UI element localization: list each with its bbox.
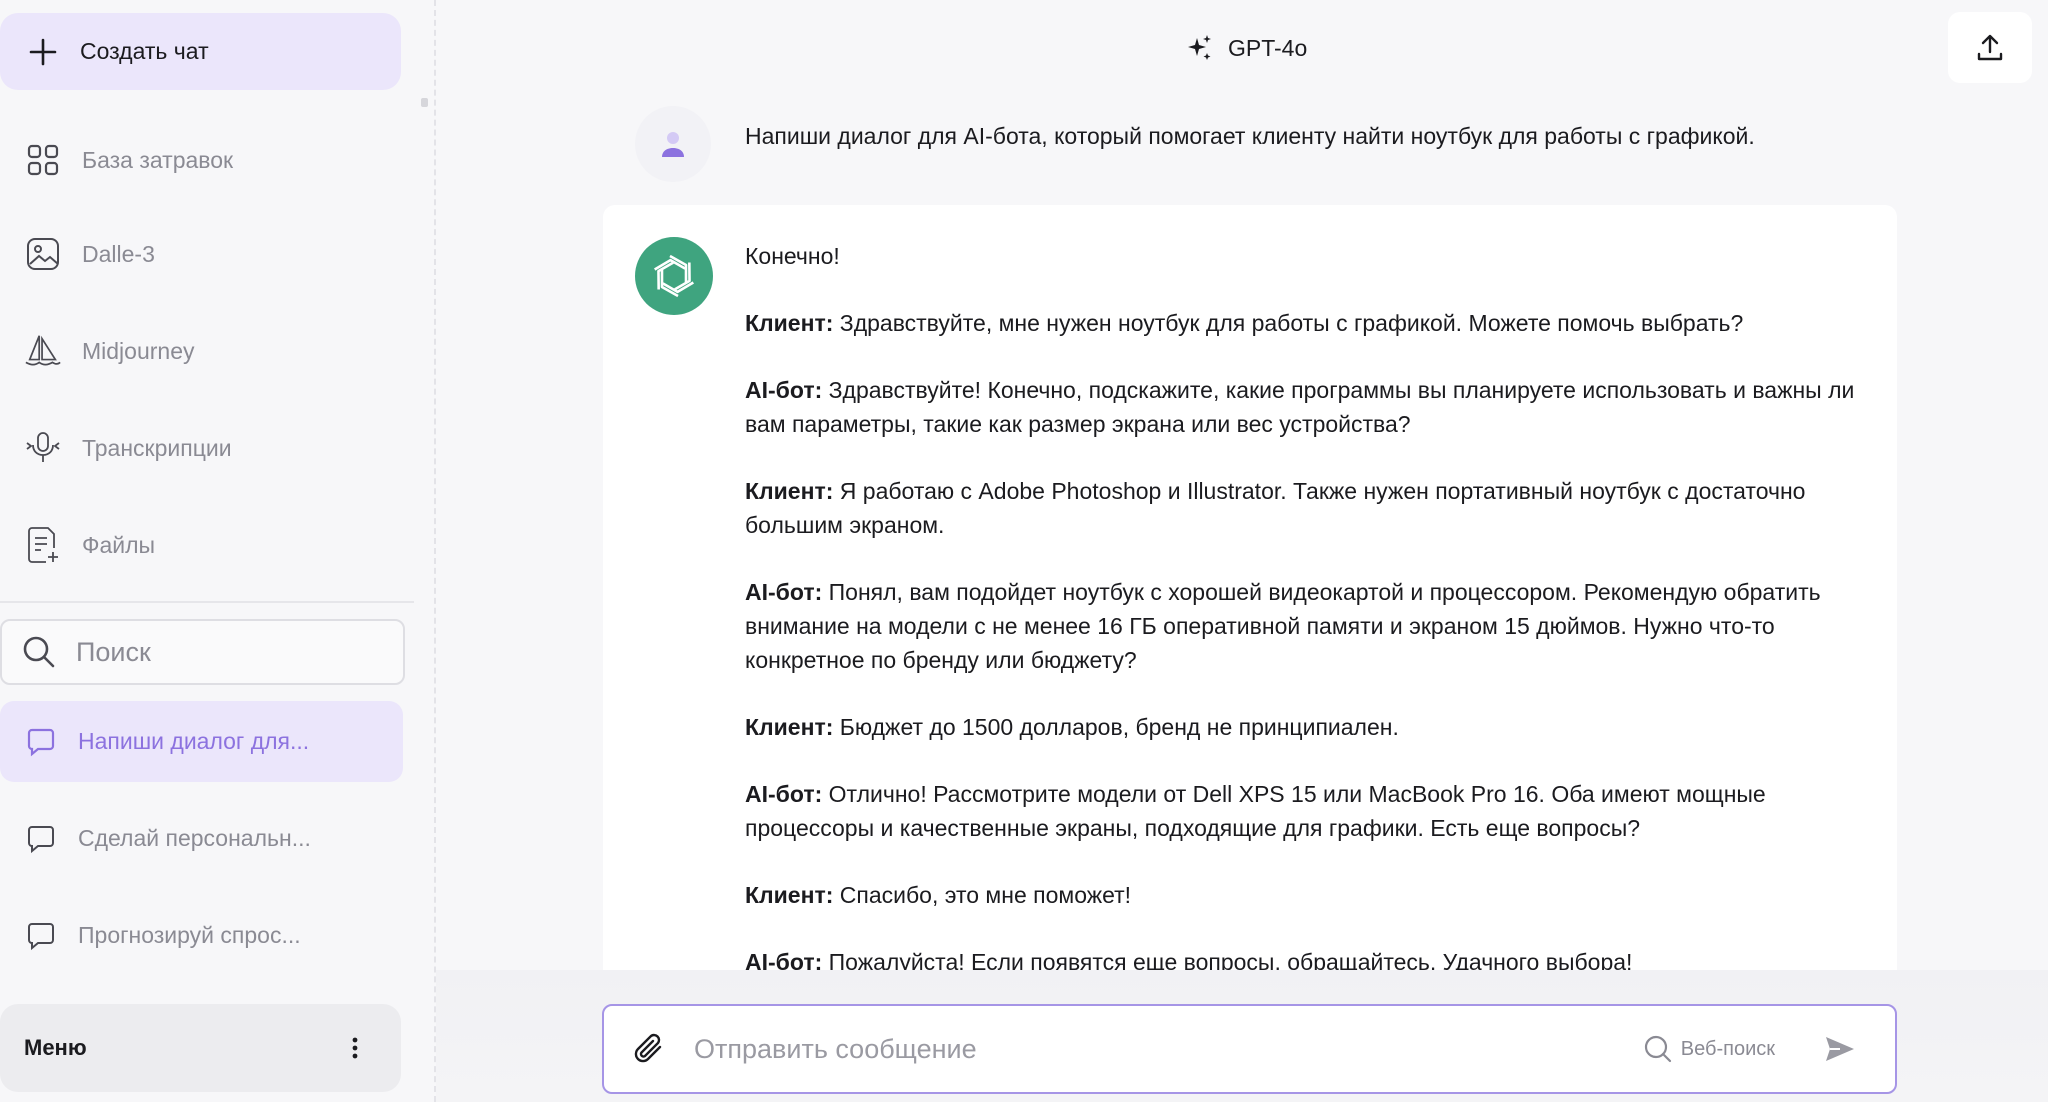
plus-icon <box>28 37 58 67</box>
sidebar-item-label: База затравок <box>82 146 234 173</box>
assistant-message-text: Конечно! Клиент: Здравствуйте, мне нужен… <box>745 239 1865 970</box>
sailboat-icon <box>24 332 62 370</box>
chat-history-label: Напиши диалог для... <box>78 728 310 754</box>
user-message: Напиши диалог для AI-бота, который помог… <box>745 123 1755 149</box>
speaker-label: Клиент: <box>745 478 834 504</box>
sidebar-item-midjourney[interactable]: Midjourney <box>0 319 410 383</box>
line-text: Отлично! Рассмотрите модели от Dell XPS … <box>745 781 1766 841</box>
send-icon[interactable] <box>1825 1036 1855 1062</box>
dialog-line: Клиент: Бюджет до 1500 долларов, бренд н… <box>745 710 1865 744</box>
chat-bubble-icon <box>26 921 56 951</box>
sidebar-item-dalle[interactable]: Dalle-3 <box>0 222 410 286</box>
upload-icon <box>1977 34 2003 62</box>
line-text: Бюджет до 1500 долларов, бренд не принци… <box>833 714 1399 740</box>
share-button[interactable] <box>1948 12 2032 83</box>
web-search-label: Веб-поиск <box>1680 1037 1775 1060</box>
line-text: Спасибо, это мне поможет! <box>833 882 1132 908</box>
speaker-label: AI-бот: <box>745 377 823 403</box>
chat-bubble-icon <box>26 824 56 854</box>
dialog-line: AI-бот: Отлично! Рассмотрите модели от D… <box>745 777 1865 845</box>
dialog-line: AI-бот: Понял, вам подойдет ноутбук с хо… <box>745 575 1865 677</box>
model-selector[interactable]: GPT-4o <box>1186 30 1307 66</box>
sidebar-item-label: Dalle-3 <box>82 240 155 267</box>
search-input[interactable] <box>74 635 398 669</box>
sidebar-item-label: Файлы <box>82 531 156 558</box>
dialog-line: Клиент: Спасибо, это мне поможет! <box>745 878 1865 912</box>
line-text: Пожалуйста! Если появятся еще вопросы, о… <box>822 949 1633 970</box>
line-text: Здравствуйте! Конечно, подскажите, какие… <box>745 377 1855 437</box>
chat-bubble-icon <box>26 727 56 757</box>
new-chat-button[interactable]: Создать чат <box>0 13 401 90</box>
new-chat-label: Создать чат <box>80 38 209 64</box>
sparkles-icon <box>1186 34 1214 62</box>
sidebar-item-label: Транскрипции <box>82 434 232 461</box>
web-search-toggle[interactable]: Веб-поиск <box>1643 1034 1775 1064</box>
sidebar-item-prompt-base[interactable]: База затравок <box>0 128 410 192</box>
message-composer[interactable]: Веб-поиск <box>602 1004 1897 1094</box>
conversation: Напиши диалог для AI-бота, который помог… <box>436 100 2048 970</box>
dialog-line: AI-бот: Здравствуйте! Конечно, подскажит… <box>745 373 1865 441</box>
speaker-label: AI-бот: <box>745 949 823 970</box>
chat-history-item[interactable]: Напиши диалог для... <box>0 701 403 782</box>
search-icon <box>22 635 56 669</box>
speaker-label: Клиент: <box>745 714 834 740</box>
assistant-message: Конечно! Клиент: Здравствуйте, мне нужен… <box>603 205 1897 970</box>
chat-history-label: Прогнозируй спрос... <box>78 922 301 948</box>
sidebar-divider <box>0 601 414 603</box>
microphone-icon <box>24 429 62 467</box>
grid-icon <box>24 141 62 179</box>
speaker-label: AI-бот: <box>745 781 823 807</box>
chat-history-item[interactable]: Прогнозируй спрос... <box>0 895 403 976</box>
speaker-label: Клиент: <box>745 310 834 336</box>
message-input[interactable] <box>692 1032 1643 1066</box>
chat-history-item[interactable]: Сделай персональн... <box>0 798 403 879</box>
user-avatar <box>635 106 711 182</box>
speaker-label: AI-бот: <box>745 579 823 605</box>
sidebar: Создать чат База затравок Dalle-3 Midjou… <box>0 0 434 1102</box>
paperclip-icon[interactable] <box>632 1032 666 1066</box>
sidebar-item-files[interactable]: Файлы <box>0 513 410 577</box>
menu-button[interactable]: Меню <box>0 1004 401 1092</box>
chat-history-label: Сделай персональн... <box>78 825 311 851</box>
menu-label: Меню <box>24 1035 87 1060</box>
line-text: Здравствуйте, мне нужен ноутбук для рабо… <box>833 310 1744 336</box>
sidebar-item-label: Midjourney <box>82 337 195 364</box>
sidebar-item-transcriptions[interactable]: Транскрипции <box>0 416 410 480</box>
speaker-label: Клиент: <box>745 882 834 908</box>
file-add-icon <box>24 526 62 564</box>
search-box[interactable] <box>0 619 405 685</box>
dialog-line: Клиент: Здравствуйте, мне нужен ноутбук … <box>745 306 1865 340</box>
dialog-line: AI-бот: Пожалуйста! Если появятся еще во… <box>745 945 1865 970</box>
image-icon <box>24 235 62 273</box>
model-name: GPT-4o <box>1228 34 1308 61</box>
assistant-intro: Конечно! <box>745 243 840 269</box>
sidebar-scrollbar[interactable] <box>421 98 428 107</box>
line-text: Понял, вам подойдет ноутбук с хорошей ви… <box>745 579 1821 673</box>
line-text: Я работаю с Adobe Photoshop и Illustrato… <box>745 478 1806 538</box>
more-vertical-icon[interactable] <box>351 1037 359 1059</box>
openai-logo-icon <box>635 237 713 315</box>
dialog-line: Клиент: Я работаю с Adobe Photoshop и Il… <box>745 474 1865 542</box>
search-icon <box>1643 1034 1673 1064</box>
